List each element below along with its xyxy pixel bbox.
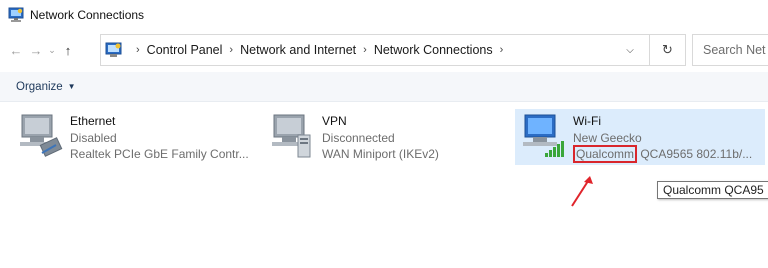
connection-status: Disabled [70,130,117,145]
annotation-arrow-icon [571,176,593,207]
command-bar: Organize ▼ [0,72,768,102]
connection-item-ethernet[interactable]: Ethernet Disabled Realtek PCIe GbE Famil… [12,109,262,165]
control-panel-icon [105,42,122,57]
window-title: Network Connections [30,8,145,22]
tooltip: Qualcomm QCA95 [657,181,768,199]
arrow-up-icon: ↑ [64,42,72,58]
connection-device: Qualcomm QCA9565 802.11b/... [573,145,753,163]
connections-list: Ethernet Disabled Realtek PCIe GbE Famil… [0,103,768,268]
recent-locations-button[interactable]: ⌄ [46,38,58,62]
forward-button[interactable]: → [26,38,46,62]
up-button[interactable]: ↑ [58,38,78,62]
connection-device: Realtek PCIe GbE Family Contr... [70,147,249,161]
connection-name: Ethernet [70,114,116,128]
refresh-button[interactable]: ↻ [649,35,685,65]
vpn-adapter-icon [272,114,311,158]
breadcrumb-control-panel[interactable]: Control Panel [147,43,223,57]
tooltip-text: Qualcomm QCA95 [663,183,764,197]
search-input[interactable]: Search Net [692,34,768,66]
chevron-down-icon: ⌄ [48,44,56,55]
connection-status: Disconnected [322,130,395,145]
search-placeholder: Search Net [703,43,766,57]
connection-device: WAN Miniport (IKEv2) [322,147,439,161]
network-connections-icon [8,7,24,22]
arrow-left-icon: ← [9,42,23,58]
organize-label: Organize [16,80,63,93]
wifi-adapter-icon [523,114,564,157]
highlight-box: Qualcomm [573,145,638,163]
address-row: ← → ⌄ ↑ › Control Panel › Network and In… [0,34,768,66]
connection-status: New Geecko [573,130,642,145]
caret-down-icon: ▼ [67,82,76,91]
connection-name: VPN [322,114,347,128]
breadcrumb-separator: › [363,44,367,56]
breadcrumb-separator: › [136,44,140,56]
ethernet-adapter-icon [20,114,63,157]
connection-device-rest: QCA9565 802.11b/... [637,147,753,161]
title-bar: Network Connections [0,0,768,30]
connection-item-wifi[interactable]: Wi-Fi New Geecko Qualcomm QCA9565 802.11… [515,109,765,165]
breadcrumb-network-connections[interactable]: Network Connections [374,43,493,57]
connection-item-vpn[interactable]: VPN Disconnected WAN Miniport (IKEv2) [264,109,464,165]
breadcrumb-separator: › [499,44,504,56]
refresh-icon: ↻ [662,42,673,57]
address-bar[interactable]: › Control Panel › Network and Internet ›… [100,34,686,66]
connection-name: Wi-Fi [573,114,601,128]
chevron-down-icon: ⌵ [626,44,634,56]
breadcrumb-network-and-internet[interactable]: Network and Internet [240,43,356,57]
arrow-right-icon: → [29,42,43,58]
organize-button[interactable]: Organize ▼ [16,81,76,93]
address-dropdown-button[interactable]: ⌵ [619,35,641,65]
back-button[interactable]: ← [6,38,26,62]
breadcrumb-separator: › [229,44,234,56]
